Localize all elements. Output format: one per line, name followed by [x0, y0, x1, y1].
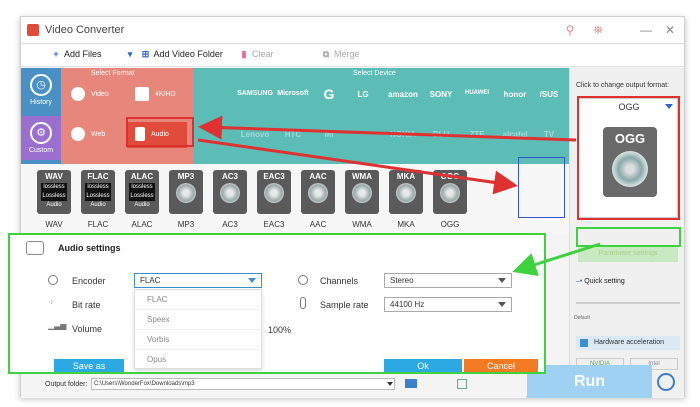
arrow-to-audio-settings	[512, 242, 601, 276]
arrow-to-audio	[198, 115, 577, 142]
arrow-to-ogg	[197, 138, 518, 195]
annotation-arrows	[197, 115, 601, 276]
